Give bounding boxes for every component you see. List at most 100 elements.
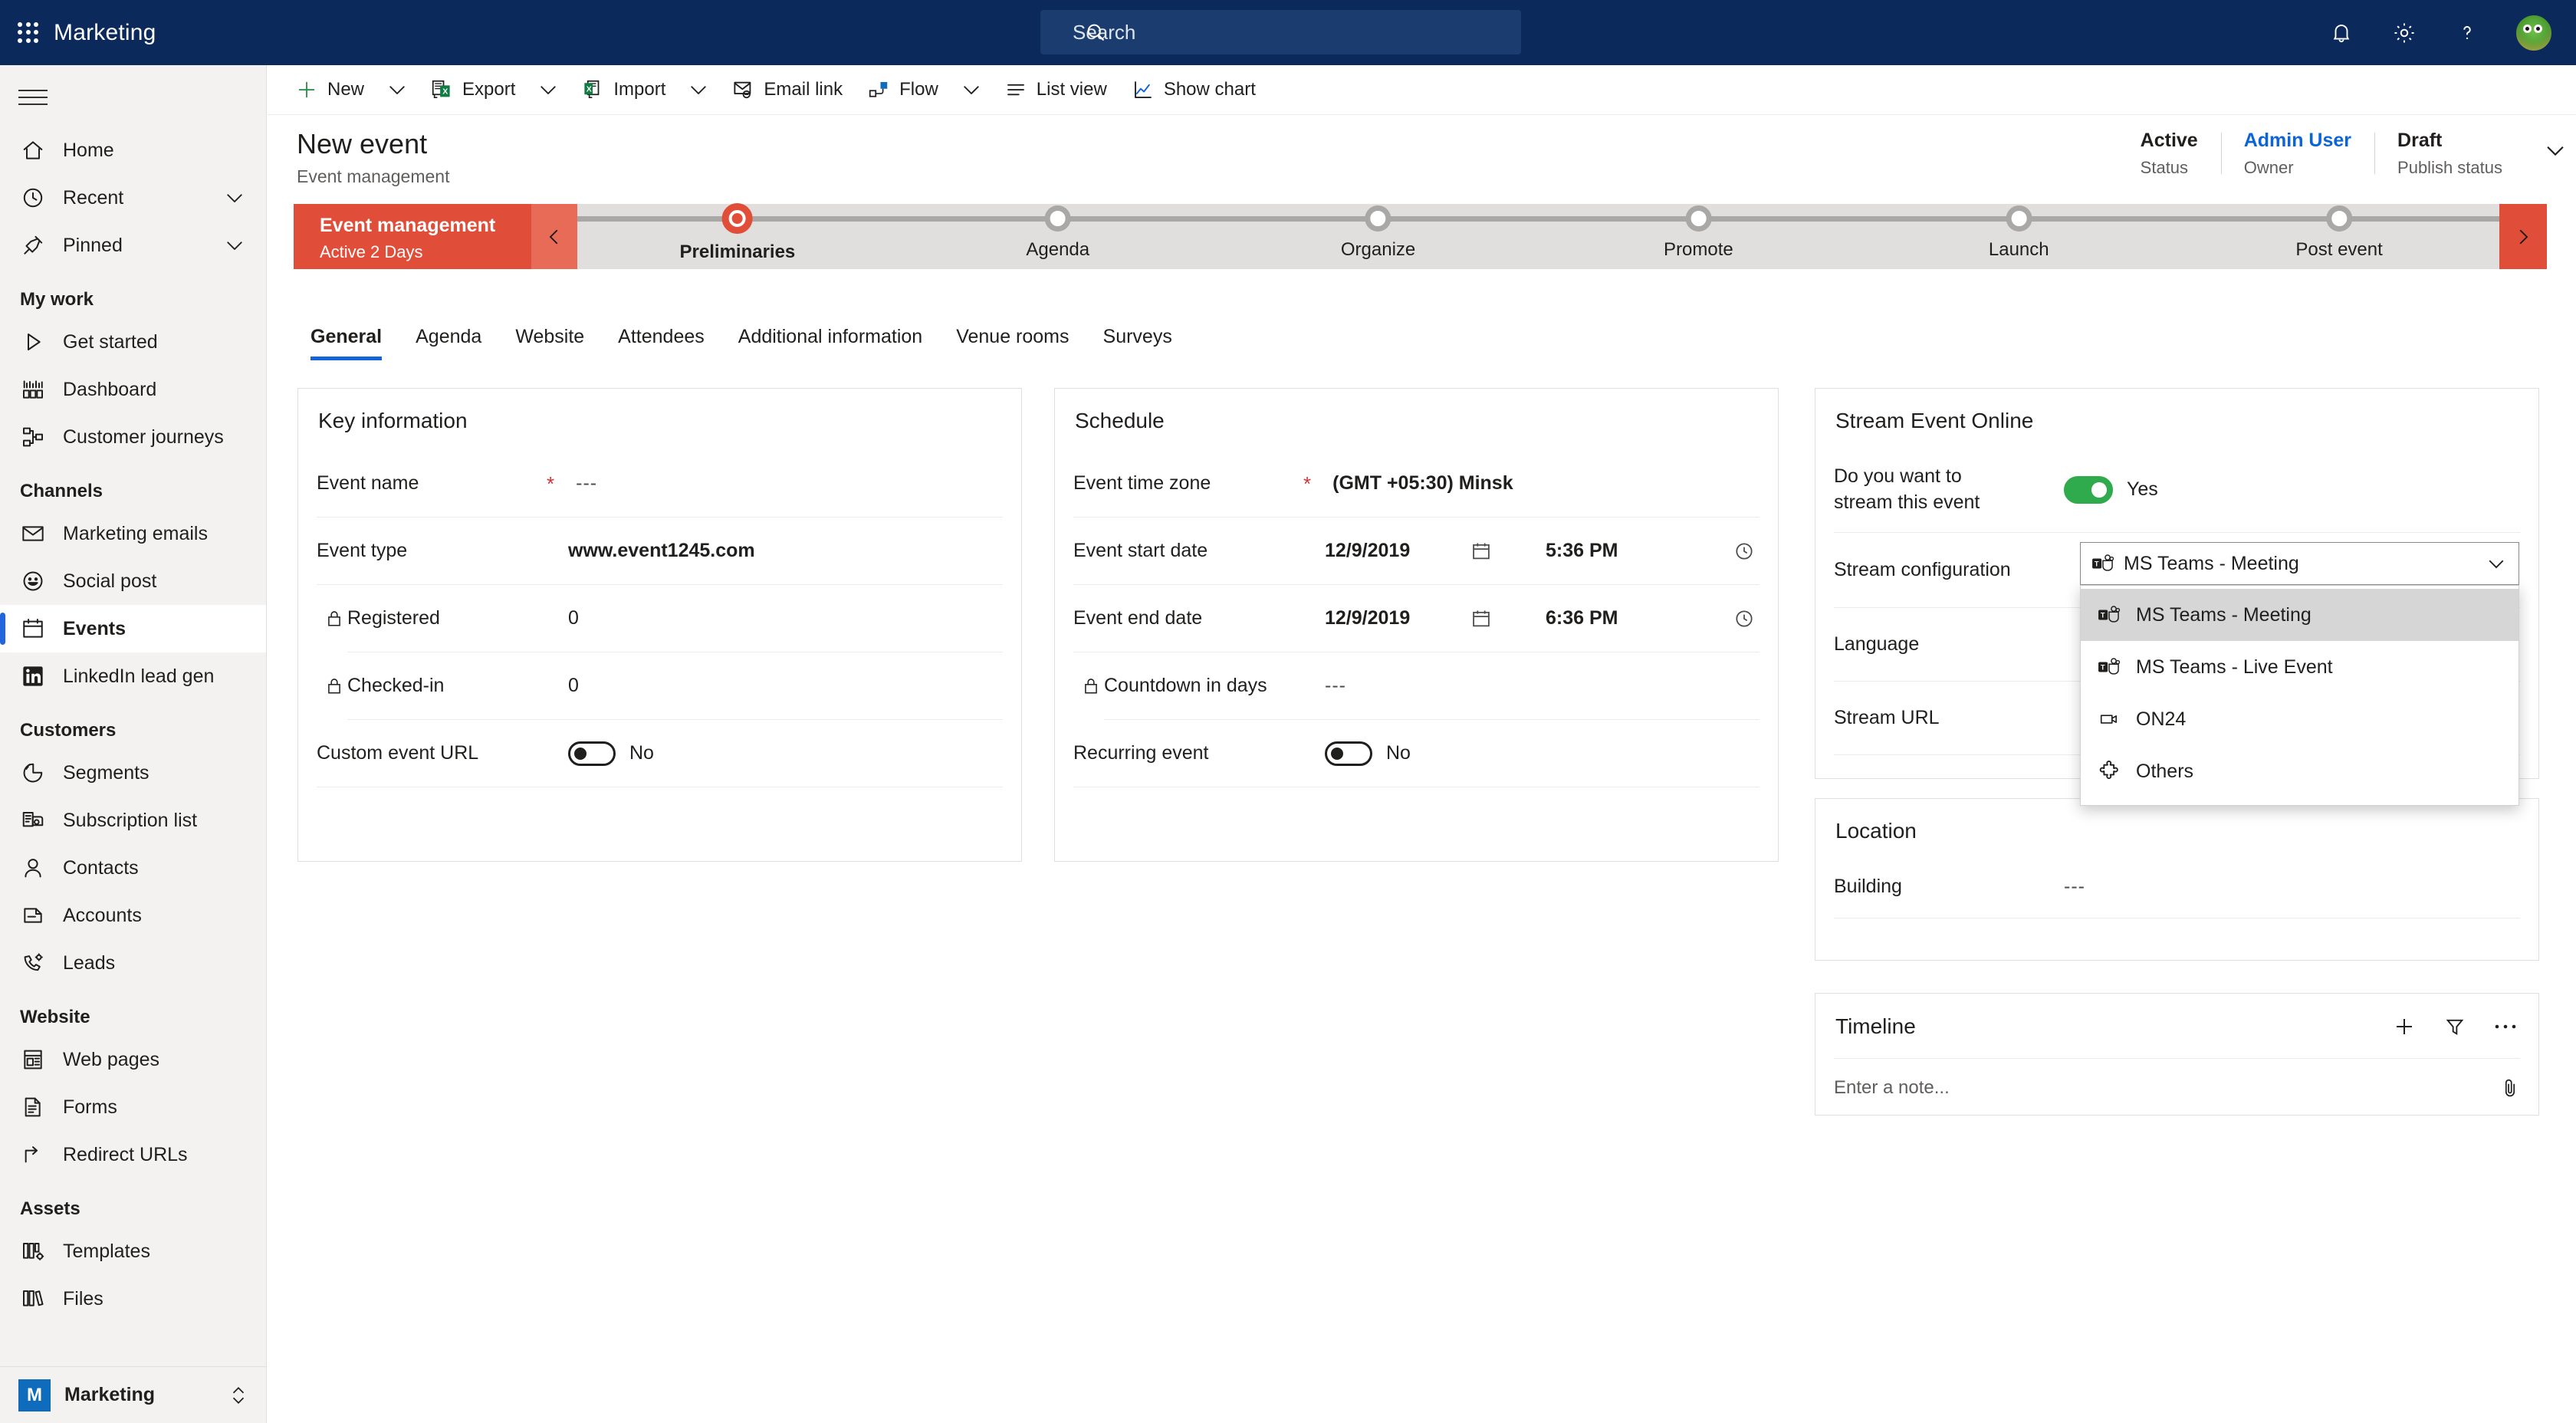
sidebar-item-label: Customer journeys xyxy=(63,426,224,448)
bpf-stage-post-event[interactable]: Post event xyxy=(2295,204,2383,269)
email-link-button[interactable]: Email link xyxy=(719,70,855,110)
field-row-event-time-zone: Event time zone * (GMT +05:30) Minsk xyxy=(1073,450,1760,518)
sidebar-item-leads[interactable]: Leads xyxy=(0,939,266,987)
chevron-down-icon[interactable] xyxy=(223,234,246,257)
stream-event-toggle[interactable] xyxy=(2064,475,2113,504)
stream-configuration-dropdown-list: T MS Teams - Meeting T MS Teams - Live Even… xyxy=(2080,585,2519,806)
dropdown-option-ms-teams-live-event[interactable]: T MS Teams - Live Event xyxy=(2081,641,2518,693)
clock-icon[interactable] xyxy=(1733,608,1755,629)
new-chevron-down-icon[interactable] xyxy=(376,70,418,110)
sidebar-item-recent[interactable]: Recent xyxy=(0,174,266,222)
export-button[interactable]: X Export xyxy=(418,70,527,110)
paperclip-icon[interactable] xyxy=(2500,1076,2520,1099)
sidebar-item-segments[interactable]: Segments xyxy=(0,749,266,797)
new-button[interactable]: New xyxy=(283,70,376,110)
app-switcher[interactable]: M Marketing xyxy=(0,1366,266,1423)
header-field-value[interactable]: Admin User xyxy=(2244,130,2351,152)
sidebar-item-forms[interactable]: Forms xyxy=(0,1083,266,1131)
tab-surveys[interactable]: Surveys xyxy=(1086,326,1189,360)
dropdown-option-others[interactable]: Others xyxy=(2081,745,2518,797)
time-value[interactable]: 5:36 PM xyxy=(1546,540,1684,562)
bpf-stage-preliminaries[interactable]: Preliminaries xyxy=(680,203,795,269)
bpf-next-chevron-right-icon[interactable] xyxy=(2499,204,2547,269)
sidebar-item-label: Recent xyxy=(63,186,124,209)
video-camera-icon xyxy=(2098,709,2121,729)
recurring-event-toggle[interactable] xyxy=(1325,741,1372,766)
top-navigation-bar: Marketing Search xyxy=(0,0,2576,65)
tab-attendees[interactable]: Attendees xyxy=(601,326,721,360)
flow-button[interactable]: Flow xyxy=(855,70,951,110)
chevron-down-icon[interactable] xyxy=(2485,552,2508,575)
bpf-stage-organize[interactable]: Organize xyxy=(1341,204,1415,269)
bpf-previous-chevron-left-icon[interactable] xyxy=(531,204,577,269)
stream-configuration-dropdown[interactable]: T MS Teams - Meeting xyxy=(2080,542,2519,585)
field-value[interactable]: (GMT +05:30) Minsk xyxy=(1332,472,1513,495)
show-chart-button[interactable]: Show chart xyxy=(1119,70,1268,110)
custom-event-url-toggle[interactable] xyxy=(568,741,616,766)
header-field-value: Draft xyxy=(2397,130,2443,151)
bpf-stage-launch[interactable]: Launch xyxy=(1989,204,2049,269)
sidebar-item-files[interactable]: Files xyxy=(0,1275,266,1323)
bpf-stage-label: Launch xyxy=(1988,239,2049,260)
add-timeline-record-button[interactable] xyxy=(2391,1014,2417,1040)
sidebar-item-dashboard[interactable]: Dashboard xyxy=(0,366,266,413)
filter-timeline-button[interactable] xyxy=(2442,1014,2468,1040)
tab-venue-rooms[interactable]: Venue rooms xyxy=(939,326,1086,360)
notifications-icon[interactable] xyxy=(2326,18,2357,48)
import-button[interactable]: X Import xyxy=(569,70,678,110)
timeline-note-row[interactable]: Enter a note... xyxy=(1834,1058,2520,1116)
sidebar-item-accounts[interactable]: Accounts xyxy=(0,892,266,939)
field-label: Event type xyxy=(317,540,408,561)
menu-icon[interactable] xyxy=(18,76,64,119)
header-expand-chevron-down-icon[interactable] xyxy=(2542,137,2568,163)
tab-agenda[interactable]: Agenda xyxy=(399,326,498,360)
field-value[interactable]: --- xyxy=(576,472,597,495)
date-value[interactable]: 12/9/2019 xyxy=(1325,607,1470,629)
bpf-process-status: Active 2 Days xyxy=(320,242,423,261)
field-value[interactable]: --- xyxy=(2064,876,2085,898)
bpf-stage-agenda[interactable]: Agenda xyxy=(1026,204,1089,269)
app-launcher-icon[interactable] xyxy=(15,20,41,46)
settings-gear-icon[interactable] xyxy=(2389,18,2420,48)
sidebar-item-subscription-list[interactable]: Subscription list xyxy=(0,797,266,844)
sidebar-item-marketing-emails[interactable]: Marketing emails xyxy=(0,510,266,557)
sidebar-item-contacts[interactable]: Contacts xyxy=(0,844,266,892)
dropdown-option-ms-teams-meeting[interactable]: T MS Teams - Meeting xyxy=(2081,589,2518,641)
search-input[interactable]: Search xyxy=(1040,10,1521,54)
dropdown-option-on24[interactable]: ON24 xyxy=(2081,693,2518,745)
tab-general[interactable]: General xyxy=(294,326,399,360)
sidebar-item-social-post[interactable]: Social post xyxy=(0,557,266,605)
user-avatar[interactable] xyxy=(2515,13,2553,52)
sidebar-item-redirect-urls[interactable]: Redirect URLs xyxy=(0,1131,266,1178)
tab-website[interactable]: Website xyxy=(498,326,601,360)
chevron-down-icon[interactable] xyxy=(223,186,246,209)
calendar-icon[interactable] xyxy=(1470,608,1492,629)
sidebar-item-events[interactable]: Events xyxy=(0,605,266,652)
sidebar-item-pinned[interactable]: Pinned xyxy=(0,222,266,269)
bpf-name-box[interactable]: Event management Active 2 Days xyxy=(294,204,531,269)
export-chevron-down-icon[interactable] xyxy=(527,70,569,110)
sidebar-item-templates[interactable]: Templates xyxy=(0,1227,266,1275)
search-icon xyxy=(1085,21,1106,43)
sidebar-item-linkedin-lead-gen[interactable]: LinkedIn lead gen xyxy=(0,652,266,700)
timeline-more-commands-button[interactable] xyxy=(2492,1014,2518,1040)
tab-additional-information[interactable]: Additional information xyxy=(721,326,939,360)
sidebar-item-customer-journeys[interactable]: Customer journeys xyxy=(0,413,266,461)
import-chevron-down-icon[interactable] xyxy=(678,70,719,110)
sidebar-item-label: Accounts xyxy=(63,904,142,926)
pin-icon xyxy=(20,232,46,258)
field-value[interactable]: www.event1245.com xyxy=(568,540,755,562)
clock-icon[interactable] xyxy=(1733,541,1755,562)
calendar-icon[interactable] xyxy=(1470,541,1492,562)
date-value[interactable]: 12/9/2019 xyxy=(1325,540,1470,562)
sidebar-item-home[interactable]: Home xyxy=(0,127,266,174)
list-view-button[interactable]: List view xyxy=(992,70,1119,110)
flow-chevron-down-icon[interactable] xyxy=(951,70,992,110)
field-value: --- xyxy=(1325,675,1346,696)
bpf-stage-promote[interactable]: Promote xyxy=(1664,204,1733,269)
help-icon[interactable] xyxy=(2452,18,2482,48)
app-switcher-icon[interactable] xyxy=(228,1384,248,1407)
time-value[interactable]: 6:36 PM xyxy=(1546,607,1684,629)
sidebar-item-web-pages[interactable]: Web pages xyxy=(0,1036,266,1083)
sidebar-item-get-started[interactable]: Get started xyxy=(0,318,266,366)
